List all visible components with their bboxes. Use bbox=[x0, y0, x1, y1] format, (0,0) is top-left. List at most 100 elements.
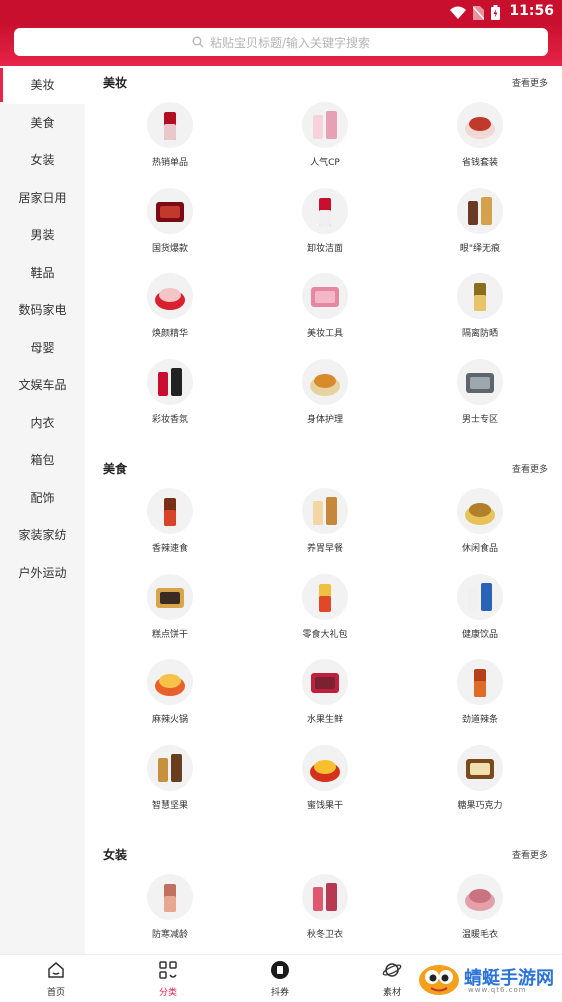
category-item-label: 蜜饯果干 bbox=[306, 801, 343, 812]
category-item[interactable]: 美妆工具 bbox=[240, 273, 400, 359]
sidebar-item[interactable]: 箱包 bbox=[0, 441, 85, 479]
category-item-label: 身体护理 bbox=[306, 415, 343, 426]
category-item-label: 人气CP bbox=[310, 158, 340, 168]
category-item[interactable]: 眼"绎无痕 bbox=[395, 187, 555, 274]
sidebar-item-label: 母婴 bbox=[30, 340, 55, 355]
product-thumbnail bbox=[302, 745, 348, 792]
sidebar-item[interactable]: 男装 bbox=[0, 216, 85, 254]
sidebar-item-label: 箱包 bbox=[30, 453, 55, 468]
category-content: 美妆 查看更多 热销单品 人气CP 省钱套装 国货爆款 卸妆洁面 眼"绎无痕 焕颜精华 美妆工具隔… bbox=[85, 66, 562, 954]
wifi-icon bbox=[450, 6, 466, 19]
product-thumbnail bbox=[457, 874, 503, 920]
product-thumbnail bbox=[147, 187, 193, 234]
sidebar-item[interactable]: 数码家电 bbox=[0, 291, 85, 329]
sidebar-item-label: 配饰 bbox=[30, 490, 55, 505]
product-thumbnail bbox=[457, 745, 503, 792]
sidebar-item[interactable]: 文娱车品 bbox=[0, 366, 85, 404]
category-item[interactable]: 彩妆香氛 bbox=[85, 359, 245, 445]
sidebar-item[interactable]: 配饰 bbox=[0, 479, 85, 517]
category-item[interactable]: 卸妆洁面 bbox=[240, 187, 400, 274]
category-item-label: 国货爆款 bbox=[151, 243, 188, 254]
category-item-label: 卸妆洁面 bbox=[306, 243, 343, 254]
category-item[interactable]: 养胃早餐 bbox=[240, 488, 400, 574]
category-item[interactable]: 国货爆款 bbox=[85, 187, 245, 274]
sidebar-item-label: 女装 bbox=[30, 153, 55, 168]
tab-category[interactable]: 分类 bbox=[112, 955, 224, 1001]
category-item-label: 男士专区 bbox=[461, 415, 498, 426]
category-item[interactable]: 健康饮品 bbox=[395, 573, 555, 660]
product-thumbnail bbox=[302, 488, 348, 534]
category-item[interactable]: 男士专区 bbox=[395, 359, 555, 445]
category-item[interactable]: 防寒减龄 bbox=[85, 874, 245, 954]
category-item[interactable]: 身体护理 bbox=[240, 359, 400, 445]
category-item-label: 麻辣火锅 bbox=[151, 715, 188, 726]
category-item[interactable]: 蜜饯果干 bbox=[240, 745, 400, 831]
category-item-label: 热销单品 bbox=[151, 158, 188, 168]
category-item-label: 糕点饼干 bbox=[151, 629, 188, 640]
category-item-label: 劲道辣条 bbox=[461, 715, 498, 726]
tab-coupon[interactable]: 抖券 bbox=[224, 955, 336, 1001]
category-item[interactable]: 麻辣火锅 bbox=[85, 659, 245, 745]
section-header: 美妆 查看更多 bbox=[103, 74, 548, 94]
sidebar-item[interactable]: 内衣 bbox=[0, 404, 85, 442]
sidebar-item[interactable]: 美食 bbox=[0, 104, 85, 142]
category-item[interactable]: 糕点饼干 bbox=[85, 573, 245, 660]
sidebar-item-label: 数码家电 bbox=[18, 303, 67, 318]
sidebar-item[interactable]: 鞋品 bbox=[0, 254, 85, 292]
category-item[interactable]: 零食大礼包 bbox=[240, 573, 400, 660]
category-item[interactable]: 智慧坚果 bbox=[85, 745, 245, 831]
category-item-label: 糖果巧克力 bbox=[457, 801, 503, 812]
product-thumbnail bbox=[457, 102, 503, 148]
category-item[interactable]: 劲道辣条 bbox=[395, 659, 555, 745]
product-thumbnail bbox=[302, 273, 348, 320]
category-item-label: 智慧坚果 bbox=[151, 801, 188, 812]
tab-label: 分类 bbox=[158, 988, 177, 998]
sidebar-item[interactable]: 家装家纺 bbox=[0, 516, 85, 554]
category-item[interactable]: 隔离防晒 bbox=[395, 273, 555, 359]
product-thumbnail bbox=[302, 102, 348, 148]
sidebar-item[interactable]: 户外运动 bbox=[0, 554, 85, 592]
sidebar-item[interactable]: 女装 bbox=[0, 141, 85, 179]
home-icon bbox=[46, 962, 66, 984]
category-item[interactable]: 热销单品 bbox=[85, 102, 245, 188]
tab-home[interactable]: 首页 bbox=[0, 955, 112, 1001]
product-thumbnail bbox=[457, 488, 503, 534]
category-item[interactable]: 人气CP bbox=[240, 102, 400, 188]
category-item[interactable]: 香辣速食 bbox=[85, 488, 245, 574]
sidebar-item[interactable]: 母婴 bbox=[0, 329, 85, 367]
search-placeholder: 粘贴宝贝标题/输入关键字搜索 bbox=[209, 35, 371, 50]
category-item-label: 零食大礼包 bbox=[302, 629, 348, 640]
product-thumbnail bbox=[147, 359, 193, 406]
category-item[interactable]: 糖果巧克力 bbox=[395, 745, 555, 831]
product-thumbnail bbox=[147, 874, 193, 920]
category-item[interactable]: 休闲食品 bbox=[395, 488, 555, 574]
sidebar-item-label: 鞋品 bbox=[30, 265, 55, 280]
view-more-link[interactable]: 查看更多 bbox=[512, 76, 548, 89]
sidebar-item-label: 家装家纺 bbox=[18, 528, 67, 543]
product-thumbnail bbox=[302, 359, 348, 406]
product-thumbnail bbox=[457, 359, 503, 406]
section-title: 美妆 bbox=[103, 76, 128, 90]
sidebar-item[interactable]: 居家日用 bbox=[0, 179, 85, 217]
view-more-link[interactable]: 查看更多 bbox=[512, 848, 548, 861]
view-more-link[interactable]: 查看更多 bbox=[512, 462, 548, 475]
category-item[interactable]: 温暖毛衣 bbox=[395, 874, 555, 954]
category-item[interactable]: 秋冬卫衣 bbox=[240, 874, 400, 954]
search-input[interactable]: 粘贴宝贝标题/输入关键字搜索 bbox=[14, 28, 548, 56]
category-item-label: 眼"绎无痕 bbox=[459, 243, 501, 254]
category-item-label: 温暖毛衣 bbox=[461, 930, 498, 940]
status-bar: 11:56 bbox=[0, 0, 562, 24]
category-item-label: 香辣速食 bbox=[151, 544, 188, 554]
dragonfly-logo-icon bbox=[419, 965, 459, 995]
category-item-label: 彩妆香氛 bbox=[151, 415, 188, 426]
category-item[interactable]: 焕颜精华 bbox=[85, 273, 245, 359]
category-item-label: 秋冬卫衣 bbox=[306, 930, 343, 940]
product-thumbnail bbox=[147, 573, 193, 620]
product-thumbnail bbox=[457, 659, 503, 706]
sidebar-item-label: 居家日用 bbox=[18, 190, 67, 205]
sidebar-item[interactable]: 美妆 bbox=[0, 66, 85, 104]
category-item[interactable]: 省钱套装 bbox=[395, 102, 555, 188]
no-sim-icon bbox=[473, 5, 484, 20]
category-item[interactable]: 水果生鲜 bbox=[240, 659, 400, 745]
sidebar-item-label: 内衣 bbox=[30, 415, 55, 430]
